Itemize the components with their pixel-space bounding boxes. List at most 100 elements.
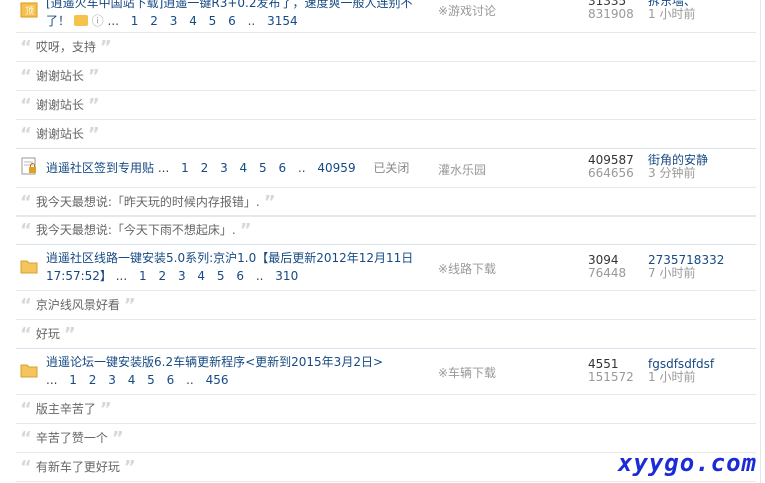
quote-close-icon: ” <box>263 191 276 213</box>
quote-open-icon: “ <box>20 123 32 145</box>
quote-close-icon: ” <box>99 398 112 420</box>
reply-text: 版主辛苦了 <box>35 402 96 416</box>
quote-open-icon: “ <box>20 323 32 345</box>
site-watermark: xyygo.com <box>617 449 757 477</box>
reply-text: 谢谢站长 <box>35 69 84 83</box>
reply-text: 谢谢站长 <box>35 98 84 112</box>
reply-preview: “好玩” <box>16 319 756 349</box>
page-link[interactable]: 5 <box>147 373 155 387</box>
last-page-link[interactable]: 40959 <box>317 161 355 175</box>
hot-thread-icon: 顶 <box>20 2 38 18</box>
thread-title-text[interactable]: 逍遥社区签到专用贴 <box>46 161 154 175</box>
page-link[interactable]: 3 <box>170 14 178 28</box>
reply-text: 有新车了更好玩 <box>35 460 120 474</box>
forum-link[interactable]: ※游戏讨论 <box>438 2 496 19</box>
page-link[interactable]: 6 <box>278 161 286 175</box>
quote-open-icon: “ <box>20 65 32 87</box>
page-link[interactable]: 2 <box>150 14 158 28</box>
forum-link[interactable]: ※车辆下载 <box>438 364 496 381</box>
page-link[interactable]: 3 <box>178 269 186 283</box>
thread-row: 逍遥社区签到专用贴 ... 1 2 3 4 5 6 .. 40959 已关闭 灌… <box>16 149 756 187</box>
closed-badge: 已关闭 <box>373 161 410 175</box>
thread-row: 逍遥社区线路一键安装5.0系列:京沪1.0【最后更新2012年12月11日 17… <box>16 245 756 291</box>
quote-close-icon: ” <box>87 65 100 87</box>
reply-text: 我今天最想说:「今天下雨不想起床」. <box>35 223 236 237</box>
page-link[interactable]: 3 <box>220 161 228 175</box>
page-link[interactable]: 1 <box>181 161 189 175</box>
view-count: 76448 <box>588 266 627 280</box>
thread-title-text-line2[interactable]: 了！ <box>46 14 70 28</box>
page-link[interactable]: 6 <box>228 14 236 28</box>
view-count: 664656 <box>588 166 634 180</box>
last-post: fgsdfsdfdsf 1 小时前 <box>648 358 714 384</box>
last-post-time[interactable]: 1 小时前 <box>648 371 714 384</box>
reply-text: 辛苦了赞一个 <box>35 431 108 445</box>
page-link[interactable]: 6 <box>236 269 244 283</box>
thread-title-text[interactable]: 逍遥社区线路一键安装5.0系列:京沪1.0【最后更新2012年12月11日 <box>46 251 413 265</box>
page-links: ... 1 2 3 4 5 6 .. 40959 <box>157 161 356 175</box>
quote-close-icon: ” <box>123 456 136 478</box>
page-link[interactable]: 1 <box>131 14 139 28</box>
quote-close-icon: ” <box>123 294 136 316</box>
thread-title[interactable]: 逍遥社区线路一键安装5.0系列:京沪1.0【最后更新2012年12月11日 17… <box>46 249 426 285</box>
reply-text: 谢谢站长 <box>35 127 84 141</box>
quote-open-icon: “ <box>20 427 32 449</box>
last-post: 拆东墙、 1 小时前 <box>648 0 696 21</box>
thread-title-text-line2[interactable]: 17:57:52】 <box>46 269 112 283</box>
reply-text: 京沪线风景好看 <box>35 298 120 312</box>
last-page-link[interactable]: 456 <box>206 373 229 387</box>
folder-icon <box>20 260 38 274</box>
page-link[interactable]: 5 <box>217 269 225 283</box>
thread-title-text[interactable]: [逍遥火车中国站下载]逍遥一键R3+0.2发布了，速度爽一般人连别不 <box>46 0 412 10</box>
reward-icon <box>73 15 88 26</box>
thread-title[interactable]: 逍遥论坛一键安装版6.2车辆更新程序<更新到2015年3月2日> ... 1 2… <box>46 353 426 389</box>
last-page-link[interactable]: 3154 <box>267 14 298 28</box>
reply-preview: “我今天最想说:「昨天玩的时候内存报错」.” <box>16 187 756 217</box>
quote-open-icon: “ <box>20 294 32 316</box>
page-link[interactable]: 1 <box>139 269 147 283</box>
reply-preview: “京沪线风景好看” <box>16 290 756 320</box>
last-post-time[interactable]: 7 小时前 <box>648 267 724 280</box>
page-link[interactable]: 5 <box>209 14 217 28</box>
page-link[interactable]: 4 <box>240 161 248 175</box>
page-link[interactable]: 1 <box>69 373 77 387</box>
thread-counts: 409587 664656 <box>588 154 634 180</box>
page-link[interactable]: 2 <box>158 269 166 283</box>
thread-row: 逍遥论坛一键安装版6.2车辆更新程序<更新到2015年3月2日> ... 1 2… <box>16 349 756 395</box>
reply-text: 好玩 <box>35 327 60 341</box>
reply-preview: “版主辛苦了” <box>16 394 756 424</box>
forum-link[interactable]: 灌水乐园 <box>438 161 486 178</box>
reply-text: 我今天最想说:「昨天玩的时候内存报错」. <box>35 195 260 209</box>
page-link[interactable]: 4 <box>189 14 197 28</box>
last-post: 街角的安静 3 分钟前 <box>648 154 708 180</box>
page-links: ... 1 2 3 4 5 6 .. 456 <box>46 373 229 387</box>
thread-title[interactable]: [逍遥火车中国站下载]逍遥一键R3+0.2发布了，速度爽一般人连别不 了！ ⓘ … <box>46 0 426 30</box>
page-link[interactable]: 5 <box>259 161 267 175</box>
reply-text: 哎呀，支持 <box>35 40 96 54</box>
forum-link[interactable]: ※线路下载 <box>438 260 496 277</box>
thread-title-text[interactable]: 逍遥论坛一键安装版6.2车辆更新程序<更新到2015年3月2日> <box>46 355 383 369</box>
page-link[interactable]: 6 <box>167 373 175 387</box>
reply-preview: “谢谢站长” <box>16 61 756 91</box>
quote-close-icon: ” <box>239 219 252 241</box>
reply-preview: “哎呀，支持” <box>16 32 756 62</box>
last-post-time[interactable]: 1 小时前 <box>648 8 696 21</box>
page-links: ... 1 2 3 4 5 6 .. 310 <box>115 269 299 283</box>
view-count: 151572 <box>588 370 634 384</box>
thread-counts: 4551 151572 <box>588 358 634 384</box>
quote-close-icon: ” <box>111 427 124 449</box>
last-page-link[interactable]: 310 <box>275 269 298 283</box>
scrollbar-edge <box>760 0 761 483</box>
page-link[interactable]: 2 <box>89 373 97 387</box>
quote-open-icon: “ <box>20 456 32 478</box>
last-post-time[interactable]: 3 分钟前 <box>648 167 708 180</box>
page-link[interactable]: 4 <box>197 269 205 283</box>
quote-open-icon: “ <box>20 36 32 58</box>
thread-counts: 3094 76448 <box>588 254 626 280</box>
quote-close-icon: ” <box>63 323 76 345</box>
page-link[interactable]: 3 <box>108 373 116 387</box>
thread-title[interactable]: 逍遥社区签到专用贴 ... 1 2 3 4 5 6 .. 40959 已关闭 <box>46 159 426 177</box>
page-link[interactable]: 4 <box>128 373 136 387</box>
page-link[interactable]: 2 <box>201 161 209 175</box>
quote-close-icon: ” <box>87 94 100 116</box>
